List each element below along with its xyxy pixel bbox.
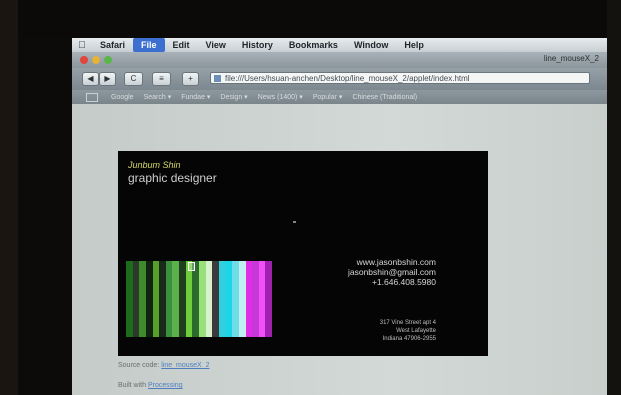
back-button[interactable]: ◀ <box>82 72 99 86</box>
card-address-line2: West Lafayette <box>396 328 436 334</box>
bookmark-search[interactable]: Search ▾ <box>139 93 177 101</box>
camera-bezel-top <box>0 0 621 38</box>
menu-safari[interactable]: Safari <box>92 38 133 52</box>
menu-bar:  Safari File Edit View History Bookmark… <box>72 38 607 52</box>
color-stripe <box>132 261 140 337</box>
built-with-label: Built with <box>118 382 147 389</box>
color-stripe <box>185 261 193 337</box>
card-dot <box>293 221 296 223</box>
color-stripe <box>252 261 259 337</box>
bookmark-design[interactable]: Design ▾ <box>215 93 252 101</box>
bookmark-fundae[interactable]: Fundae ▾ <box>176 93 215 101</box>
color-stripe <box>212 261 219 337</box>
color-stripe <box>165 261 173 337</box>
camera-bezel-right <box>607 0 621 395</box>
bookmarks-book-icon[interactable] <box>86 92 98 102</box>
menu-help[interactable]: Help <box>396 38 432 52</box>
card-email: jasonbshin@gmail.com <box>347 267 436 277</box>
menu-view[interactable]: View <box>198 38 234 52</box>
built-with-line: Built with Processing <box>118 382 183 389</box>
color-stripe <box>159 261 166 337</box>
color-stripe <box>145 261 153 337</box>
camera-bezel-left <box>0 0 18 395</box>
web-page: Junbum Shin graphic designer www.jasonbs… <box>72 104 607 395</box>
apple-icon[interactable]:  <box>72 40 92 51</box>
source-code-label: Source code: <box>118 362 160 369</box>
color-stripe <box>126 261 133 337</box>
add-bookmark-button[interactable]: + <box>182 72 199 86</box>
color-stripe <box>225 261 233 337</box>
card-role: graphic designer <box>128 171 217 185</box>
color-stripe <box>192 261 200 337</box>
card-name: Junbum Shin <box>128 160 181 170</box>
address-bar[interactable]: file:///Users/hsuan-anchen/Desktop/line_… <box>210 72 590 84</box>
bookmark-icon[interactable]: ≡ <box>152 72 171 86</box>
bookmarks-bar: Google Search ▾ Fundae ▾ Design ▾ News (… <box>72 90 607 104</box>
color-stripe <box>139 261 146 337</box>
color-stripe <box>152 261 160 337</box>
card-address: 317 Vine Street apt 4 West Lafayette Ind… <box>380 319 436 343</box>
menu-file[interactable]: File <box>133 38 165 52</box>
color-stripe <box>245 261 253 337</box>
color-stripe <box>232 261 239 337</box>
menu-history[interactable]: History <box>234 38 281 52</box>
color-stripe <box>179 261 186 337</box>
monitor-screen:  Safari File Edit View History Bookmark… <box>72 38 607 395</box>
color-stripe <box>238 261 246 337</box>
card-contact: www.jasonbshin.com jasonbshin@gmail.com … <box>348 257 436 287</box>
card-address-line1: 317 Vine Street apt 4 <box>379 320 436 326</box>
mouse-cursor-icon <box>188 262 195 271</box>
color-stripe <box>258 261 266 337</box>
color-stripe <box>199 261 206 337</box>
card-address-line3: Indiana 47906-2955 <box>382 336 436 342</box>
zoom-window-button[interactable] <box>104 56 112 64</box>
close-window-button[interactable] <box>80 56 88 64</box>
window-titlebar: line_mouseX_2 <box>72 52 607 68</box>
bookmark-google[interactable]: Google <box>106 94 139 101</box>
business-card-applet[interactable]: Junbum Shin graphic designer www.jasonbs… <box>118 151 488 356</box>
bookmark-news[interactable]: News (1400) ▾ <box>253 93 308 101</box>
card-phone: +1.646.408.5980 <box>371 277 436 287</box>
bookmark-chinese[interactable]: Chinese (Traditional) <box>347 94 422 101</box>
forward-button[interactable]: ▶ <box>99 72 116 86</box>
color-stripe <box>205 261 213 337</box>
menu-bookmarks[interactable]: Bookmarks <box>281 38 346 52</box>
window-title: line_mouseX_2 <box>543 54 599 63</box>
browser-toolbar: ◀ ▶ C ≡ + file:///Users/hsuan-anchen/Des… <box>72 68 607 90</box>
processing-link[interactable]: Processing <box>148 382 183 389</box>
reload-button[interactable]: C <box>124 72 143 86</box>
menu-window[interactable]: Window <box>346 38 396 52</box>
color-stripe <box>265 261 273 337</box>
card-website: www.jasonbshin.com <box>356 257 436 267</box>
color-stripe <box>172 261 180 337</box>
source-code-link[interactable]: line_mouseX_2 <box>161 362 209 369</box>
address-bar-url: file:///Users/hsuan-anchen/Desktop/line_… <box>225 74 470 83</box>
source-code-line: Source code: line_mouseX_2 <box>118 362 209 369</box>
minimize-window-button[interactable] <box>92 56 100 64</box>
color-stripes[interactable] <box>126 261 273 337</box>
page-icon <box>214 75 221 82</box>
color-stripe <box>218 261 226 337</box>
bookmark-popular[interactable]: Popular ▾ <box>308 93 348 101</box>
menu-edit[interactable]: Edit <box>165 38 198 52</box>
